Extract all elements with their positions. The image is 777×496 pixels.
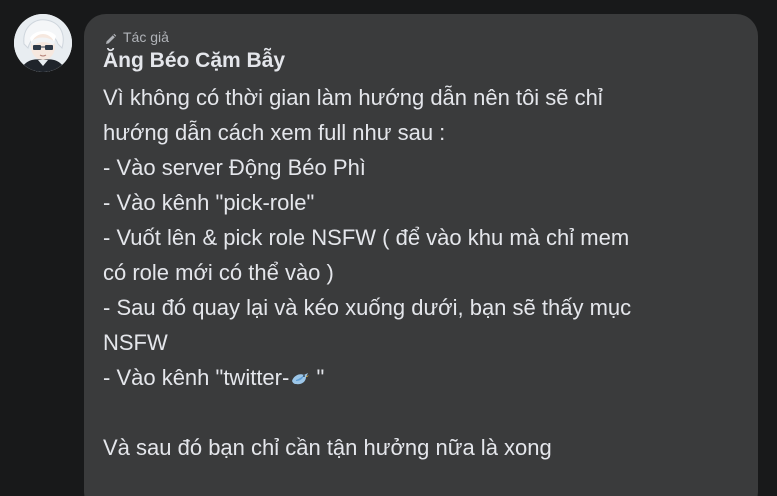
- channel-line-end: ": [310, 365, 325, 390]
- comment-view: Tác giả Ăng Béo Cặm Bẫy Vì không có thời…: [0, 0, 777, 496]
- anime-character-avatar-icon: [14, 14, 72, 72]
- comment-line: NSFW: [103, 330, 168, 355]
- comment-line: - Vuốt lên & pick role NSFW ( để vào khu…: [103, 225, 630, 250]
- comment-line: - Vào kênh "pick-role": [103, 190, 315, 215]
- channel-line-start: - Vào kênh "twitter-: [103, 365, 290, 390]
- comment-line: - Vào server Động Béo Phì: [103, 155, 366, 180]
- comment-line: Và sau đó bạn chỉ cần tận hưởng nữa là x…: [103, 435, 552, 460]
- author-badge-label: Tác giả: [123, 29, 169, 45]
- comment-line: có role mới có thể vào ): [103, 260, 334, 285]
- comment-line: Vì không có thời gian làm hướng dẫn nên …: [103, 85, 603, 110]
- author-badge: Tác giả: [104, 27, 169, 47]
- comment-line: - Sau đó quay lại và kéo xuống dưới, bạn…: [103, 295, 632, 320]
- comment-line: - Vào kênh "twitter- ": [103, 360, 743, 395]
- pencil-icon: [104, 31, 117, 44]
- comment-line: hướng dẫn cách xem full như sau :: [103, 120, 446, 145]
- author-name[interactable]: Ăng Béo Cặm Bẫy: [103, 47, 285, 75]
- comment-text: Vì không có thời gian làm hướng dẫn nên …: [103, 80, 743, 465]
- avatar[interactable]: [14, 14, 72, 72]
- bird-emoji-icon: [290, 362, 310, 385]
- comment-line-blank: [103, 395, 743, 430]
